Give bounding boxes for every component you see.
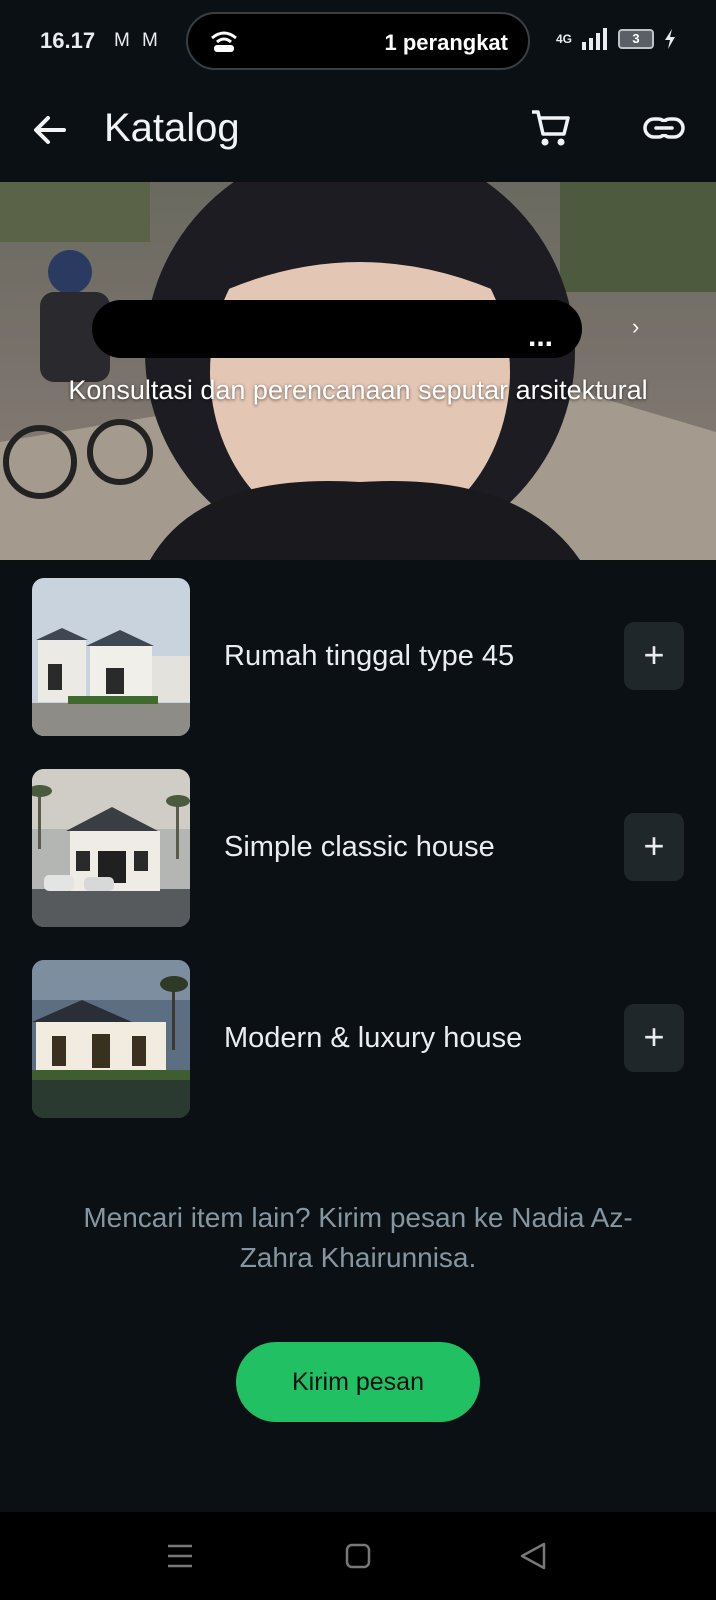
link-icon[interactable] (640, 104, 688, 152)
send-message-label: Kirim pesan (292, 1368, 424, 1396)
send-message-button[interactable]: Kirim pesan (236, 1342, 480, 1422)
product-name: Simple classic house (224, 831, 495, 863)
catalog-cover[interactable]: ... › Konsultasi dan perencanaan seputar… (0, 182, 716, 560)
product-thumbnail (32, 960, 190, 1118)
back-triangle-icon[interactable] (514, 1538, 554, 1574)
add-to-cart-button[interactable]: + (624, 813, 684, 881)
redacted-name (92, 300, 582, 358)
charging-icon (665, 29, 675, 49)
home-icon[interactable] (338, 1538, 378, 1574)
battery-icon: 3 (618, 29, 654, 49)
signal-icon (582, 28, 607, 50)
plus-icon: + (643, 1016, 665, 1057)
system-nav-bar (0, 1512, 716, 1600)
connected-devices-pill[interactable]: 1 perangkat (186, 12, 530, 70)
back-arrow-icon[interactable] (26, 106, 74, 154)
hotspot-icon (211, 31, 237, 52)
status-bar: 16.17 M M 1 perangkat 4G 3 (0, 0, 716, 82)
plus-icon: + (643, 825, 665, 866)
product-item[interactable]: Simple classic house + (0, 769, 716, 929)
cover-description: Konsultasi dan perencanaan seputar arsit… (68, 375, 648, 405)
add-to-cart-button[interactable]: + (624, 1004, 684, 1072)
product-name: Rumah tinggal type 45 (224, 640, 515, 672)
connected-devices-label: 1 perangkat (384, 30, 509, 55)
mail-icon: M (142, 30, 158, 51)
cover-image (0, 182, 716, 560)
status-indicators: 4G 3 (556, 28, 676, 50)
chevron-right-icon: › (632, 314, 640, 339)
product-thumbnail (32, 578, 190, 736)
product-item[interactable]: Modern & luxury house + (0, 960, 716, 1120)
cover-title-ellipsis: ... (528, 320, 554, 353)
status-time: 16.17 (40, 28, 96, 53)
page-title: Katalog (104, 106, 240, 150)
add-to-cart-button[interactable]: + (624, 622, 684, 690)
cart-icon[interactable] (526, 104, 574, 152)
product-thumbnail (32, 769, 190, 927)
mail-icon: M (114, 30, 130, 51)
network-type: 4G (555, 32, 572, 46)
menu-icon[interactable] (160, 1538, 200, 1574)
more-items-hint: Mencari item lain? Kirim pesan ke Nadia … (83, 1202, 633, 1273)
app-bar: Katalog (0, 82, 716, 182)
product-item[interactable]: Rumah tinggal type 45 + (0, 578, 716, 738)
product-name: Modern & luxury house (224, 1022, 523, 1054)
battery-level: 3 (632, 31, 640, 46)
plus-icon: + (643, 634, 665, 675)
